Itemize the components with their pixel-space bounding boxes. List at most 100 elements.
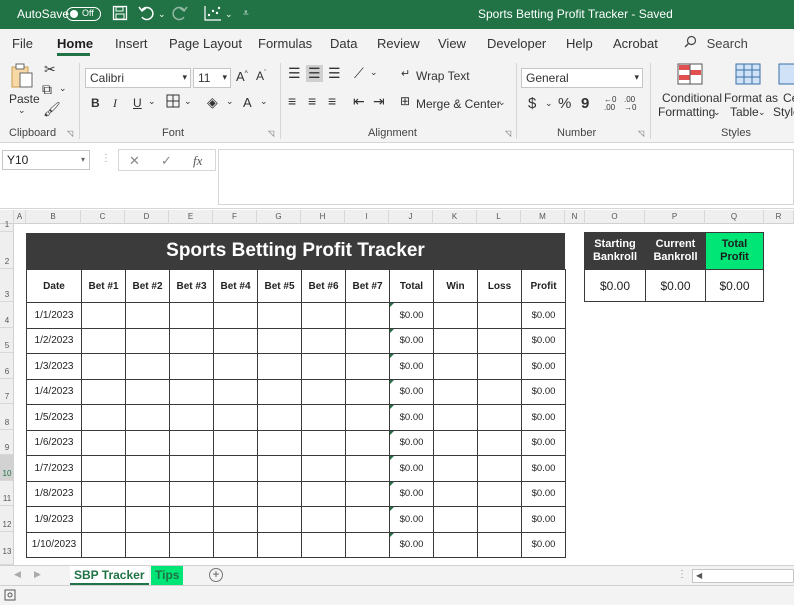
bet-7-cell[interactable] — [346, 379, 390, 405]
current-bankroll-value[interactable]: $0.00 — [646, 270, 706, 302]
bet-1-cell[interactable] — [82, 379, 126, 405]
horizontal-scrollbar[interactable]: ◀ — [692, 569, 794, 583]
total-cell[interactable]: $0.00 — [390, 532, 434, 558]
bet-6-cell[interactable] — [302, 303, 346, 329]
column-header[interactable]: K — [433, 210, 477, 224]
bet-4-cell[interactable] — [214, 354, 258, 380]
font-color-icon[interactable]: A — [243, 95, 252, 110]
insert-function-icon[interactable]: fx — [193, 153, 202, 169]
date-cell[interactable]: 1/4/2023 — [27, 379, 82, 405]
italic-button[interactable]: I — [113, 96, 117, 111]
undo-icon[interactable] — [138, 5, 154, 25]
row-header[interactable]: 11 — [0, 481, 14, 507]
merge-dropdown-icon[interactable]: ⌄ — [498, 97, 506, 108]
enter-icon[interactable]: ✓ — [161, 153, 172, 169]
tab-view[interactable]: View — [438, 36, 466, 51]
bet-4-cell[interactable] — [214, 507, 258, 533]
conditional-dropdown-icon[interactable]: ⌄ — [713, 107, 721, 118]
bet-7-cell[interactable] — [346, 456, 390, 482]
header-bet-4[interactable]: Bet #4 — [214, 270, 258, 303]
bet-6-cell[interactable] — [302, 405, 346, 431]
bet-1-cell[interactable] — [82, 328, 126, 354]
header-win[interactable]: Win — [434, 270, 478, 303]
win-cell[interactable] — [434, 303, 478, 329]
profit-cell[interactable]: $0.00 — [522, 405, 566, 431]
profit-cell[interactable]: $0.00 — [522, 532, 566, 558]
bet-3-cell[interactable] — [170, 405, 214, 431]
bet-3-cell[interactable] — [170, 532, 214, 558]
date-cell[interactable]: 1/9/2023 — [27, 507, 82, 533]
loss-cell[interactable] — [478, 532, 522, 558]
bet-7-cell[interactable] — [346, 354, 390, 380]
bet-3-cell[interactable] — [170, 328, 214, 354]
tab-insert[interactable]: Insert — [115, 36, 148, 51]
win-cell[interactable] — [434, 354, 478, 380]
column-header[interactable]: O — [585, 210, 645, 224]
bet-5-cell[interactable] — [258, 481, 302, 507]
align-middle-icon[interactable]: ☰ — [306, 65, 323, 82]
paste-dropdown-icon[interactable]: ⌄ — [18, 105, 26, 116]
undo-dropdown-icon[interactable]: ⌄ — [158, 9, 166, 20]
bet-1-cell[interactable] — [82, 430, 126, 456]
name-box[interactable]: Y10 ▾ — [2, 150, 90, 170]
decrease-font-size-icon[interactable]: Aˇ — [256, 69, 266, 83]
bet-7-cell[interactable] — [346, 507, 390, 533]
total-cell[interactable]: $0.00 — [390, 481, 434, 507]
bet-6-cell[interactable] — [302, 328, 346, 354]
date-cell[interactable]: 1/1/2023 — [27, 303, 82, 329]
bet-6-cell[interactable] — [302, 456, 346, 482]
win-cell[interactable] — [434, 328, 478, 354]
bet-2-cell[interactable] — [126, 303, 170, 329]
win-cell[interactable] — [434, 430, 478, 456]
bet-5-cell[interactable] — [258, 532, 302, 558]
total-cell[interactable]: $0.00 — [390, 430, 434, 456]
font-name-select[interactable]: Calibri ▾ — [85, 68, 191, 88]
column-header[interactable]: R — [764, 210, 794, 224]
fill-color-icon[interactable]: ◈ — [207, 94, 218, 111]
column-header[interactable]: D — [125, 210, 169, 224]
bet-6-cell[interactable] — [302, 354, 346, 380]
decrease-indent-icon[interactable]: ⇤ — [353, 93, 365, 110]
date-cell[interactable]: 1/10/2023 — [27, 532, 82, 558]
bet-7-cell[interactable] — [346, 328, 390, 354]
font-size-select[interactable]: 11 ▾ — [193, 68, 231, 88]
profit-cell[interactable]: $0.00 — [522, 456, 566, 482]
header-total[interactable]: Total — [390, 270, 434, 303]
split-handle-icon[interactable]: ⋮ — [677, 569, 687, 580]
chart-icon[interactable] — [204, 5, 222, 25]
bet-3-cell[interactable] — [170, 379, 214, 405]
bet-5-cell[interactable] — [258, 456, 302, 482]
format-as-table-label-2[interactable]: Table — [730, 105, 759, 119]
loss-cell[interactable] — [478, 303, 522, 329]
bet-6-cell[interactable] — [302, 532, 346, 558]
current-bankroll-header[interactable]: CurrentBankroll — [646, 233, 706, 270]
bet-5-cell[interactable] — [258, 328, 302, 354]
total-cell[interactable]: $0.00 — [390, 303, 434, 329]
header-bet-3[interactable]: Bet #3 — [170, 270, 214, 303]
scroll-left-icon[interactable]: ◀ — [696, 571, 702, 580]
bet-1-cell[interactable] — [82, 481, 126, 507]
loss-cell[interactable] — [478, 456, 522, 482]
loss-cell[interactable] — [478, 328, 522, 354]
orientation-dropdown-icon[interactable]: ⌄ — [370, 67, 378, 78]
column-header[interactable]: H — [301, 210, 345, 224]
row-header[interactable]: 4 — [0, 302, 14, 328]
row-header[interactable]: 7 — [0, 379, 14, 405]
align-top-icon[interactable]: ☰ — [288, 65, 301, 82]
bet-5-cell[interactable] — [258, 405, 302, 431]
column-header[interactable]: L — [477, 210, 521, 224]
alignment-launcher-icon[interactable]: ◹ — [505, 129, 511, 138]
tab-formulas[interactable]: Formulas — [258, 36, 312, 51]
chart-dropdown-icon[interactable]: ⌄ — [225, 9, 233, 20]
bet-2-cell[interactable] — [126, 507, 170, 533]
column-header[interactable]: I — [345, 210, 389, 224]
loss-cell[interactable] — [478, 507, 522, 533]
underline-button[interactable]: U — [133, 96, 142, 110]
number-format-select[interactable]: General ▾ — [521, 68, 643, 88]
column-header[interactable]: A — [14, 210, 26, 224]
percent-button[interactable]: % — [558, 95, 571, 112]
bet-7-cell[interactable] — [346, 303, 390, 329]
increase-indent-icon[interactable]: ⇥ — [373, 93, 385, 110]
tab-data[interactable]: Data — [330, 36, 357, 51]
bet-5-cell[interactable] — [258, 379, 302, 405]
